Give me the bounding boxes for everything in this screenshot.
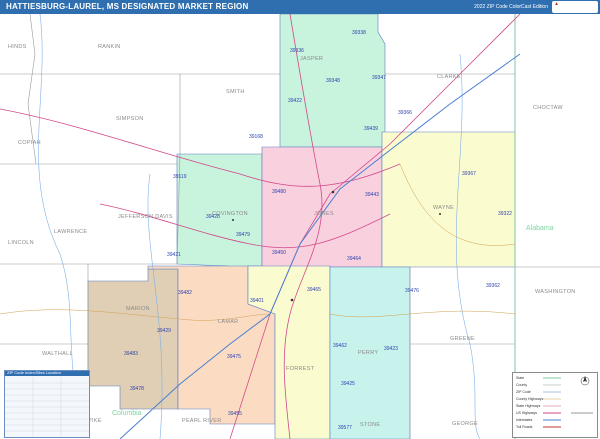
zip-label: 39439 <box>364 126 378 132</box>
county-label: PERRY <box>358 350 378 356</box>
zip-label: 39422 <box>288 98 302 104</box>
county-label: WASHINGTON <box>535 289 576 295</box>
county-label: RANKIN <box>98 44 121 50</box>
map-frame: HATTIESBURG-LAUREL, MS DESIGNATED MARKET… <box>0 0 600 439</box>
zip-label: 39464 <box>347 256 361 262</box>
zip-label: 39362 <box>486 283 500 289</box>
zip-label: 39465 <box>307 287 321 293</box>
zip-label: 39336 <box>290 48 304 54</box>
zip-label: 39479 <box>236 232 250 238</box>
county-label: CLARKE <box>437 74 461 80</box>
zip-label: 39119 <box>173 174 187 180</box>
county-label: CHOCTAW <box>533 105 563 111</box>
zip-label: 39348 <box>326 78 340 84</box>
zip-label: 39366 <box>398 110 412 116</box>
map-title: HATTIESBURG-LAUREL, MS DESIGNATED MARKET… <box>6 2 249 11</box>
publisher-logo: ▲ <box>552 1 598 13</box>
county-label: COPIAH <box>18 140 41 146</box>
county-label: PEARL RIVER <box>182 418 221 424</box>
county-label: JONES <box>314 211 334 217</box>
map-canvas: HINDS RANKIN JASPER CLARKE SMITH SIMPSON… <box>0 14 600 439</box>
map-legend: State County ZIP Code County Highways St… <box>512 372 598 438</box>
zip-label: 39478 <box>130 386 144 392</box>
zip-label: 39475 <box>227 354 241 360</box>
edition-label: 2022 ZIP Code ColorCast Edition <box>474 4 548 10</box>
county-label: STONE <box>360 422 380 428</box>
county-label: LAWRENCE <box>54 229 87 235</box>
county-label: LAMAR <box>218 319 238 325</box>
zip-label: 39425 <box>341 381 355 387</box>
zip-label: 39421 <box>167 252 181 258</box>
zip-label: 39347 <box>372 75 386 81</box>
zip-index-legend: ZIP Code Index/Sites Location <box>4 370 90 438</box>
zip-label: 39322 <box>498 211 512 217</box>
county-label: SMITH <box>226 89 245 95</box>
zip-label: 39443 <box>365 192 379 198</box>
zip-label: 39429 <box>157 328 171 334</box>
zip-label: 39423 <box>384 346 398 352</box>
county-label: FORREST <box>286 366 315 372</box>
county-label: SIMPSON <box>116 116 143 122</box>
county-label: GEORGE <box>452 421 478 427</box>
zip-label: 39455 <box>228 411 242 417</box>
county-label: WALTHALL <box>42 351 73 357</box>
county-label: JASPER <box>300 56 323 62</box>
compass-icon <box>583 376 587 382</box>
zip-label: 39401 <box>250 298 264 304</box>
zip-label: 39476 <box>405 288 419 294</box>
zip-label: 39367 <box>462 171 476 177</box>
state-label: Alabama <box>526 225 554 232</box>
zip-label: 39483 <box>124 351 138 357</box>
zip-label: 39480 <box>272 189 286 195</box>
zip-index-table <box>5 377 89 437</box>
county-label: GREENE <box>450 336 475 342</box>
zip-index-header: ZIP Code Index/Sites Location <box>5 370 89 376</box>
county-label: HINDS <box>8 44 27 50</box>
zip-label: 39450 <box>272 250 286 256</box>
county-label: JEFFERSON DAVIS <box>118 214 173 220</box>
logo-mark: ▲ <box>554 1 559 7</box>
zip-label: 39168 <box>249 134 263 140</box>
place-label: Columbia <box>112 410 142 417</box>
county-label: WAYNE <box>433 205 454 211</box>
zip-label: 39338 <box>352 30 366 36</box>
zip-label: 39462 <box>333 343 347 349</box>
zip-label: 39577 <box>338 425 352 431</box>
county-label: MARION <box>126 306 150 312</box>
zip-label: 39428 <box>206 214 220 220</box>
county-label: LINCOLN <box>8 240 34 246</box>
region-wayne-yellow <box>381 131 516 268</box>
legend-swatches <box>543 376 593 428</box>
title-bar: HATTIESBURG-LAUREL, MS DESIGNATED MARKET… <box>0 0 600 14</box>
county-label: PIKE <box>88 418 102 424</box>
zip-label: 39482 <box>178 290 192 296</box>
